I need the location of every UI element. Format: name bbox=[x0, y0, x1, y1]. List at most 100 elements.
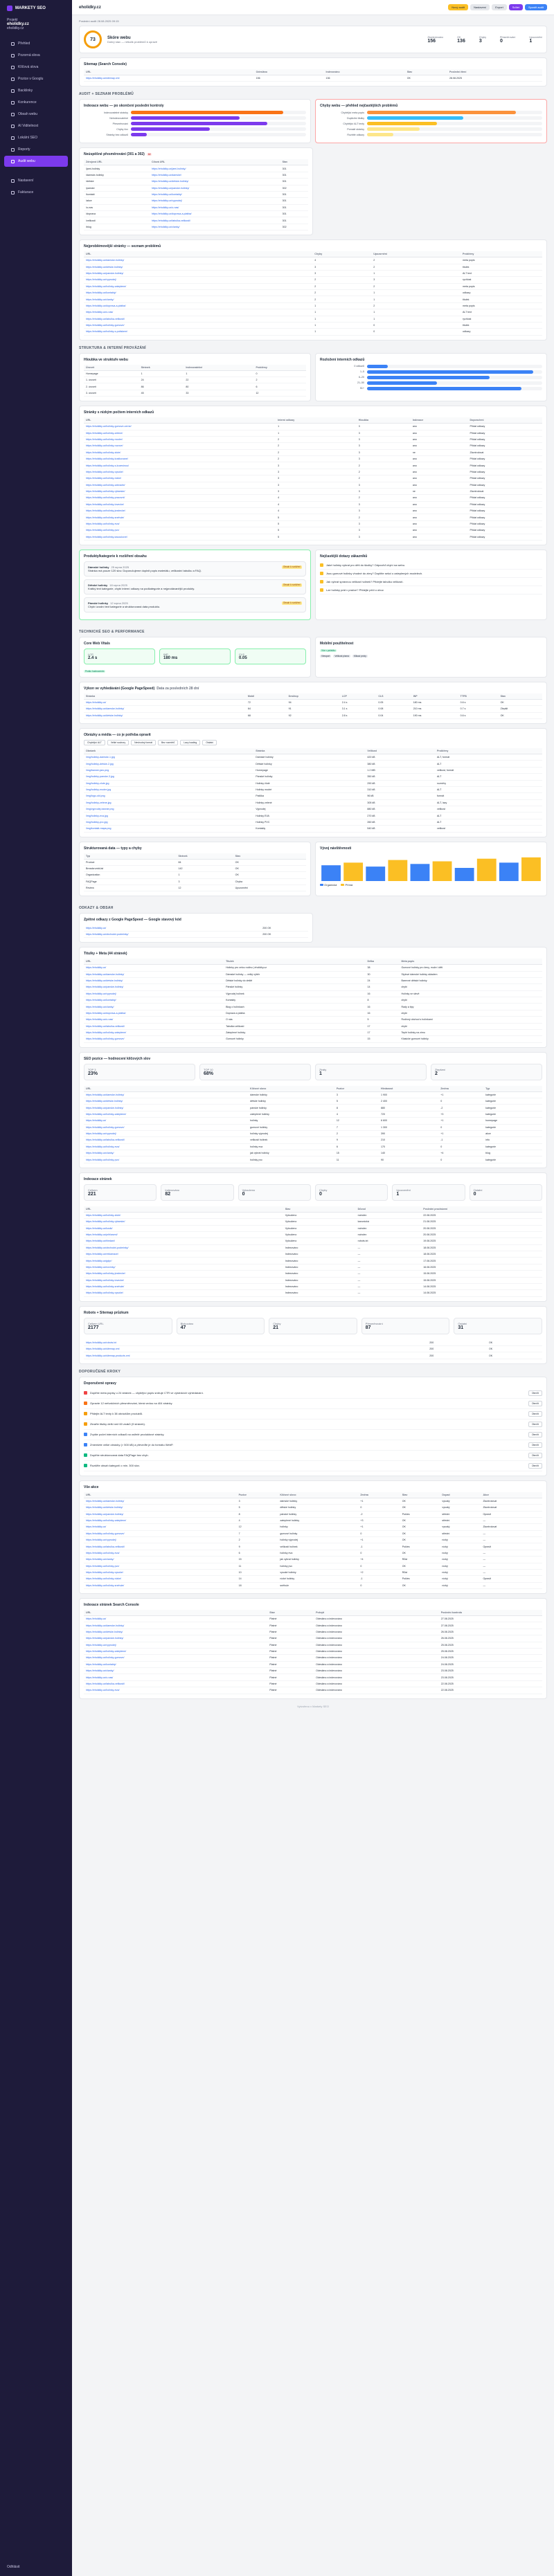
table-cell[interactable]: /img/holinky-detske-2.jpg bbox=[84, 760, 254, 768]
table-cell[interactable]: https://eholidky.cz/holinky-kaucukove/ bbox=[84, 534, 276, 541]
sidebar-item[interactable]: Lokální SEO bbox=[4, 132, 68, 143]
table-cell[interactable]: https://eholidky.cz/holinky-snehule/ bbox=[84, 1582, 237, 1590]
table-cell[interactable]: https://eholidky.cz/sitemap-products.xml bbox=[84, 1352, 428, 1359]
table-cell[interactable]: https://eholidky.cz/damske-holinky/ bbox=[84, 1622, 268, 1629]
table-cell[interactable]: /img/holinky-modre.jpg bbox=[84, 786, 254, 794]
table-cell[interactable]: https://eholidky.cz/clanky/ bbox=[84, 1150, 249, 1157]
site-switcher[interactable]: Projekt eholidky.cz eholidky.cz bbox=[0, 17, 72, 37]
sidebar-item[interactable]: AI Viditelnost bbox=[4, 120, 68, 131]
table-cell[interactable]: https://eholidky.cz/holinky-pvc/ bbox=[84, 527, 276, 534]
table-cell[interactable]: https://eholidky.cz/holinky-gumove/ bbox=[84, 1035, 224, 1043]
table-cell[interactable]: https://eholidky.cz/holinky-ruzove/ bbox=[84, 442, 276, 450]
sidebar-item[interactable]: Fakturace bbox=[4, 187, 68, 198]
table-cell[interactable]: https://eholidky.cz/holinky-zlute/ bbox=[84, 449, 276, 457]
table-cell[interactable]: https://eholidky.cz/holinky-eva/ bbox=[84, 1550, 237, 1557]
sidebar-item[interactable]: Reporty bbox=[4, 144, 68, 155]
table-cell[interactable]: https://eholidky.cz/ bbox=[84, 1117, 249, 1125]
table-cell[interactable]: https://eholidky.cz/holinky-jezdecke/ bbox=[84, 507, 276, 515]
table-cell[interactable]: https://eholidky.cz/holinky-vysoke/ bbox=[84, 469, 276, 476]
table-cell[interactable]: https://eholidky.cz/holinky-snehule/ bbox=[84, 514, 276, 521]
table-cell[interactable]: https://eholidky.cz/panske-holinky/ bbox=[84, 1635, 268, 1642]
table-cell[interactable]: https://eholidky.cz/o-nas/ bbox=[149, 204, 280, 212]
table-cell[interactable]: https://eholidky.cz/holinky-rybarske/ bbox=[84, 488, 276, 496]
sidebar-item[interactable]: Nastavení bbox=[4, 175, 68, 186]
table-cell[interactable]: https://eholidky.cz/damske-holinky/ bbox=[84, 1091, 249, 1099]
table-cell[interactable]: https://eholidky.cz/detske-holinky/ bbox=[84, 264, 313, 271]
sidebar-item[interactable]: Backlinky bbox=[4, 85, 68, 96]
table-cell[interactable]: /img/banner-jaro.png bbox=[84, 767, 254, 774]
table-cell[interactable]: https://eholidky.cz/o-nas/ bbox=[84, 1016, 224, 1024]
table-cell[interactable]: https://eholidky.cz/holinky-s-kozesinou/ bbox=[84, 462, 276, 469]
images-tab[interactable]: Nevhodný formát bbox=[131, 740, 156, 745]
sidebar-item[interactable]: Pozorná slova bbox=[4, 50, 68, 61]
table-cell[interactable]: https://eholidky.cz/holinky-gumove/ bbox=[84, 1654, 268, 1662]
table-cell[interactable]: https://eholidky.cz/holinky-nizke/ bbox=[84, 1575, 237, 1583]
table-cell[interactable]: https://eholidky.cz/damske-holinky/ bbox=[84, 705, 246, 713]
table-cell[interactable]: https://eholidky.cz/vyprodej/ bbox=[84, 276, 313, 284]
table-cell[interactable]: https://eholidky.cz/panske-holinky/ bbox=[84, 1511, 237, 1518]
images-tab[interactable]: Chybějící ALT bbox=[84, 740, 105, 745]
table-cell[interactable]: https://eholidky.cz/damske-holinky/ bbox=[84, 1498, 237, 1505]
table-cell[interactable]: https://eholidky.cz/holinky-gumove/ bbox=[84, 322, 313, 329]
table-cell[interactable]: https://eholidky.cz/holinky-vysoke/ bbox=[84, 1289, 283, 1297]
table-cell[interactable]: https://eholidky.cz/clanky/ bbox=[84, 1556, 237, 1563]
table-cell[interactable]: https://eholidky.cz/tabulka-velikosti/ bbox=[84, 316, 313, 323]
run-audit-button[interactable]: Spustit audit bbox=[524, 4, 547, 10]
table-cell[interactable]: /img/holinky-zlute.jpg bbox=[84, 780, 254, 787]
table-cell[interactable]: https://eholidky.cz/panske-holinky/ bbox=[84, 1104, 249, 1112]
table-cell[interactable]: https://eholidky.cz/holinky-eva/ bbox=[84, 1687, 268, 1694]
settings-button[interactable]: Nastavení bbox=[470, 4, 490, 10]
table-cell[interactable]: https://eholidky.cz/vyprodej/ bbox=[84, 1130, 249, 1138]
table-cell[interactable]: https://eholidky.cz/sitemap.xml bbox=[84, 1345, 428, 1353]
sidebar-item[interactable]: Konkurence bbox=[4, 97, 68, 108]
table-cell[interactable]: https://eholidky.cz/holinky-zahradni/ bbox=[84, 482, 276, 489]
table-cell[interactable]: https://eholidky.cz/holinky-pvc/ bbox=[84, 1156, 249, 1163]
table-cell[interactable]: https://eholidky.cz/tabulka-velikosti/ bbox=[84, 1136, 249, 1144]
table-cell[interactable]: https://eholidky.cz/kontakty/ bbox=[149, 191, 280, 199]
table-cell[interactable]: https://eholidky.cz/clanky/ bbox=[84, 1003, 224, 1010]
table-cell[interactable]: https://eholidky.cz/holinky-zateplene/ bbox=[84, 1648, 268, 1656]
table-cell[interactable]: https://eholidky.cz/detske-holinky/ bbox=[149, 178, 280, 185]
table-cell[interactable]: https://eholidky.cz/holinky-zateplene/ bbox=[84, 1029, 224, 1037]
table-cell[interactable]: https://eholidky.cz/detske-holinky/ bbox=[84, 1629, 268, 1636]
table-cell[interactable]: https://eholidky.cz/detske-holinky/ bbox=[84, 712, 246, 720]
table-cell[interactable]: https://eholidky.cz/holinky-eva/ bbox=[84, 520, 276, 528]
table-cell[interactable]: https://eholidky.cz/holinky-nizke/ bbox=[84, 475, 276, 482]
table-cell[interactable]: https://eholidky.cz/holinky-s-potiskem/ bbox=[84, 328, 313, 336]
images-tab[interactable]: Ostatní bbox=[202, 740, 217, 745]
export-button[interactable]: Export bbox=[492, 4, 507, 10]
table-cell[interactable]: https://eholidky.cz/doprava-a-platba/ bbox=[149, 210, 280, 218]
table-cell[interactable]: https://eholidky.cz/reklamace/ bbox=[84, 1251, 283, 1258]
rec-open-button[interactable]: Otevřít bbox=[528, 1452, 542, 1458]
table-cell[interactable]: https://eholidky.cz/holinky-modre/ bbox=[84, 436, 276, 444]
table-cell[interactable]: https://eholidky.cz/ bbox=[84, 925, 261, 932]
rec-open-button[interactable]: Otevřít bbox=[528, 1442, 542, 1448]
share-button[interactable]: Sdílet bbox=[508, 4, 523, 10]
sidebar-item[interactable]: Obsah webu bbox=[4, 109, 68, 120]
table-cell[interactable]: https://eholidky.cz/doprava-a-platba/ bbox=[84, 1010, 224, 1017]
table-cell[interactable]: /img/holinky-pvc.jpg bbox=[84, 819, 254, 826]
table-cell[interactable]: https://eholidky.cz/holinky-eva/ bbox=[84, 1143, 249, 1151]
table-cell[interactable]: https://eholidky.cz/panske-holinky/ bbox=[149, 185, 280, 192]
table-cell[interactable]: https://eholidky.cz/holinky-zateplene/ bbox=[84, 283, 313, 291]
table-cell[interactable]: https://eholidky.cz/holinky-rybarske/ bbox=[84, 1218, 283, 1226]
table-cell[interactable]: https://eholidky.cz/kontakty/ bbox=[84, 289, 313, 297]
table-cell[interactable]: /img/holinky-damske-1.jpg bbox=[84, 754, 254, 761]
table-cell[interactable]: https://eholidky.cz/kosik/ bbox=[84, 1225, 283, 1232]
table-cell[interactable]: https://eholidky.cz/vyprodej/ bbox=[84, 1536, 237, 1544]
table-cell[interactable]: https://eholidky.cz/tabulka-velikosti/ bbox=[84, 1680, 268, 1688]
sidebar-item[interactable]: Přehled bbox=[4, 38, 68, 49]
table-cell[interactable]: https://eholidky.cz/holinky-zlute/ bbox=[84, 1212, 283, 1219]
table-cell[interactable]: https://eholidky.cz/doprava-a-platba/ bbox=[84, 302, 313, 310]
table-cell[interactable]: https://eholidky.cz/clanky/ bbox=[149, 224, 280, 231]
table-cell[interactable]: https://eholidky.cz/detske-holinky/ bbox=[84, 977, 224, 985]
table-cell[interactable]: https://eholidky.cz/obchodni-podminky/ bbox=[84, 931, 261, 938]
table-cell[interactable]: https://eholidky.cz/novinky/ bbox=[84, 1264, 283, 1271]
table-cell[interactable]: https://eholidky.cz/holinky-gumove/ bbox=[84, 1124, 249, 1131]
table-cell[interactable]: https://eholidky.cz/gdpr/ bbox=[84, 1257, 283, 1264]
table-cell[interactable]: https://eholidky.cz/holinky-snehule/ bbox=[84, 1283, 283, 1291]
sidebar-item[interactable]: Klíčová slova bbox=[4, 62, 68, 73]
table-cell[interactable]: https://eholidky.cz/kontakty/ bbox=[84, 1661, 268, 1669]
table-cell[interactable]: https://eholidky.cz/vyprodej/ bbox=[149, 197, 280, 205]
table-cell[interactable]: https://eholidky.cz/holinky-pvc/ bbox=[84, 1563, 237, 1570]
